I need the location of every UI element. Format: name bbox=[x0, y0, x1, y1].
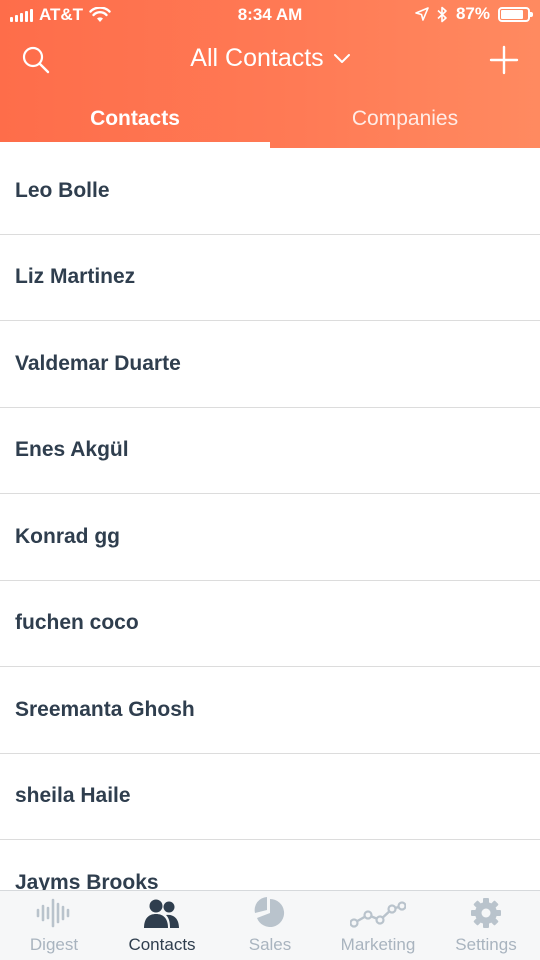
nav-bar: All Contacts bbox=[0, 30, 540, 90]
list-item[interactable]: Enes Akgül bbox=[0, 408, 540, 494]
tab-marketing-label: Marketing bbox=[340, 935, 416, 954]
tab-contacts[interactable]: Contacts bbox=[0, 100, 270, 148]
list-item[interactable]: Leo Bolle bbox=[0, 148, 540, 235]
location-arrow-icon bbox=[415, 7, 429, 21]
tab-contacts-bottom[interactable]: Contacts bbox=[108, 891, 216, 960]
add-contact-icon[interactable] bbox=[488, 44, 520, 76]
status-right: 87% bbox=[415, 4, 533, 24]
list-item[interactable]: Liz Martinez bbox=[0, 235, 540, 321]
tab-marketing[interactable]: Marketing bbox=[324, 891, 432, 960]
tab-digest[interactable]: Digest bbox=[0, 891, 108, 960]
tab-sales[interactable]: Sales bbox=[216, 891, 324, 960]
battery-icon bbox=[498, 6, 533, 22]
list-item[interactable]: Sreemanta Ghosh bbox=[0, 667, 540, 754]
tab-digest-label: Digest bbox=[29, 935, 79, 954]
bottom-tab-bar: Digest Contacts Sales Marketing Settings bbox=[0, 890, 540, 960]
chevron-down-icon bbox=[333, 54, 350, 64]
app-header: AT&T 8:34 AM 87% All Contacts Contacts C… bbox=[0, 0, 540, 148]
tab-sales-label: Sales bbox=[248, 935, 292, 954]
tab-contacts-label: Contacts bbox=[128, 935, 196, 954]
sales-pie-icon bbox=[254, 897, 285, 927]
digest-waveform-icon bbox=[36, 898, 70, 928]
battery-percent: 87% bbox=[455, 4, 490, 23]
view-title: All Contacts bbox=[190, 44, 324, 72]
list-item[interactable]: Valdemar Duarte bbox=[0, 321, 540, 408]
marketing-line-icon bbox=[350, 901, 406, 928]
list-item[interactable]: fuchen coco bbox=[0, 581, 540, 667]
status-bar: AT&T 8:34 AM 87% bbox=[0, 0, 540, 30]
contact-list: Leo Bolle Liz Martinez Valdemar Duarte E… bbox=[0, 148, 540, 890]
list-item[interactable]: Konrad gg bbox=[0, 494, 540, 581]
list-item[interactable]: sheila Haile bbox=[0, 754, 540, 840]
battery-fill bbox=[501, 9, 524, 19]
bluetooth-icon bbox=[437, 6, 447, 22]
tab-settings[interactable]: Settings bbox=[432, 891, 540, 960]
tab-settings-label: Settings bbox=[455, 935, 517, 954]
segment-tabs: Contacts Companies bbox=[0, 100, 540, 148]
contacts-people-icon bbox=[144, 899, 179, 928]
tab-companies[interactable]: Companies bbox=[270, 100, 540, 148]
contacts-view-dropdown[interactable]: All Contacts bbox=[0, 44, 540, 73]
list-item[interactable]: Jayms Brooks bbox=[0, 840, 540, 890]
settings-gear-icon bbox=[471, 898, 501, 928]
